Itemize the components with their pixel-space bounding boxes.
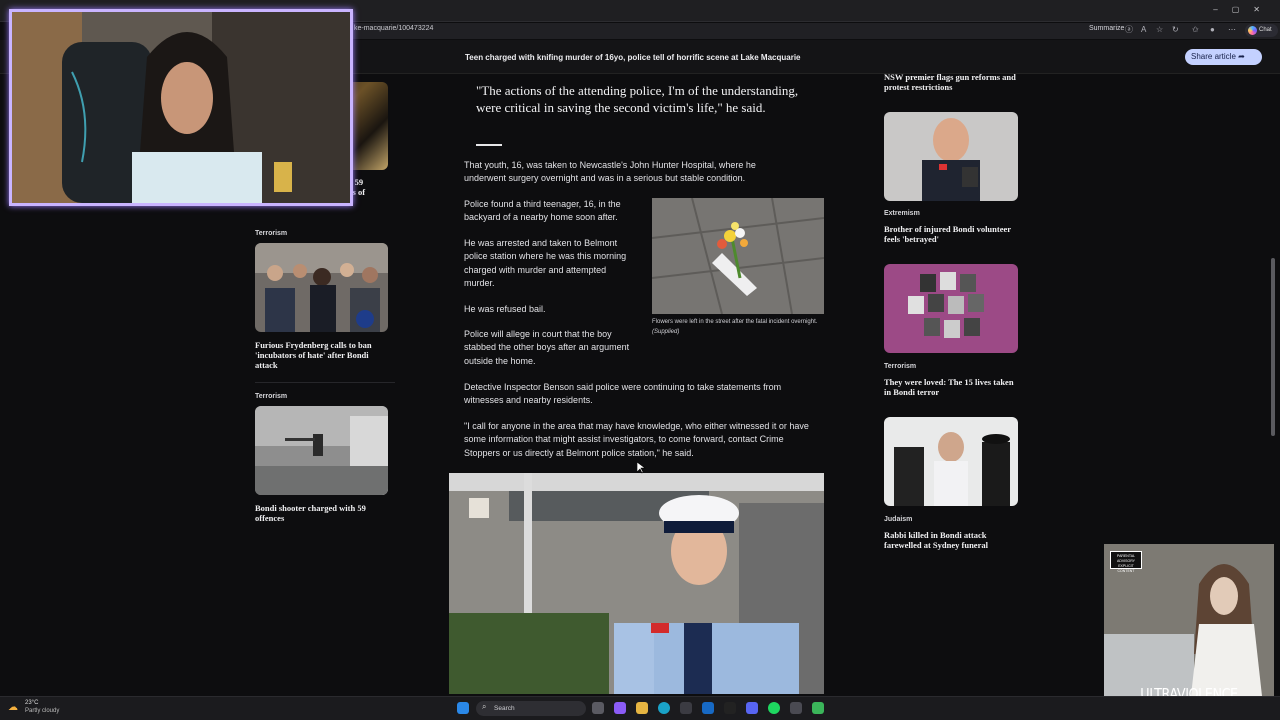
edge-browser-icon[interactable]: [658, 702, 670, 714]
search-placeholder: Search: [494, 705, 515, 712]
related-thumbnail[interactable]: [884, 264, 1018, 353]
outlook-icon[interactable]: [702, 702, 714, 714]
related-article-title[interactable]: NSW premier flags gun reforms and protes…: [884, 72, 1019, 92]
caption-credit: (Supplied): [652, 328, 680, 335]
category-tag[interactable]: Extremism: [884, 210, 920, 217]
article-header-title: Teen charged with knifing murder of 16yo…: [465, 53, 801, 62]
settings-gear-icon[interactable]: [790, 702, 802, 714]
spotify-icon[interactable]: [768, 702, 780, 714]
divider: [255, 382, 395, 383]
webcam-overlay: [9, 9, 353, 206]
favorite-star-icon[interactable]: ☆: [1156, 25, 1163, 35]
search-icon: ⌕: [482, 702, 487, 711]
refresh-icon[interactable]: ↻: [1172, 25, 1179, 35]
pull-quote-rule: [476, 144, 502, 146]
start-button-icon[interactable]: [457, 702, 469, 714]
task-view-icon[interactable]: [592, 702, 604, 714]
related-article-title[interactable]: Rabbi killed in Bondi attack farewelled …: [884, 530, 1019, 550]
related-thumbnail[interactable]: [255, 243, 388, 332]
related-thumbnail[interactable]: [884, 112, 1018, 201]
mouse-cursor-icon: [637, 462, 646, 474]
category-tag[interactable]: Judaism: [884, 516, 912, 523]
page-scrollbar[interactable]: [1271, 258, 1275, 436]
article-paragraph: Detective Inspector Benson said police w…: [464, 382, 782, 406]
share-article-button[interactable]: Share article ➦: [1185, 49, 1262, 65]
window-controls[interactable]: –▢✕: [1213, 5, 1274, 14]
article-paragraph: Police will allege in court that the boy…: [464, 329, 630, 366]
weather-description[interactable]: Partly cloudy: [25, 708, 59, 714]
related-article-title[interactable]: Brother of injured Bondi volunteer feels…: [884, 224, 1019, 244]
related-article-title[interactable]: Bondi shooter charged with 59 offences: [255, 503, 385, 523]
taskbar-search[interactable]: Search: [476, 701, 586, 716]
related-thumbnail[interactable]: [884, 417, 1018, 506]
category-tag[interactable]: Terrorism: [255, 393, 287, 400]
file-explorer-icon[interactable]: [636, 702, 648, 714]
related-thumbnail[interactable]: [255, 406, 388, 495]
app-icon[interactable]: [812, 702, 824, 714]
caption-text: Flowers were left in the street after th…: [652, 319, 818, 325]
read-aloud-icon[interactable]: A: [1141, 25, 1146, 35]
weather-icon[interactable]: ☁: [8, 702, 18, 713]
article-paragraph: He was arrested and taken to Belmont pol…: [464, 238, 627, 288]
summarize-button[interactable]: Summarize: [1089, 25, 1124, 32]
parental-advisory-label: PARENTAL ADVISORY EXPLICIT CONTENT: [1110, 551, 1142, 573]
related-article-title[interactable]: Furious Frydenberg calls to ban 'incubat…: [255, 340, 385, 370]
copilot-chat-button[interactable]: Chat: [1245, 24, 1278, 37]
copilot-icon[interactable]: [614, 702, 626, 714]
windows-taskbar: ☁ 23°C Partly cloudy Search ⌕: [0, 696, 1280, 720]
discord-icon[interactable]: [746, 702, 758, 714]
category-tag[interactable]: Terrorism: [255, 230, 287, 237]
album-art: PARENTAL ADVISORY EXPLICIT CONTENT ULTRA…: [1104, 544, 1274, 714]
more-menu-icon[interactable]: ⋯: [1228, 25, 1236, 35]
favorites-icon[interactable]: ✩: [1192, 25, 1199, 35]
chat-label: Chat: [1259, 27, 1272, 33]
address-bar[interactable]: [340, 23, 1280, 39]
pull-quote: "The actions of the attending police, I'…: [476, 83, 799, 115]
article-paragraph: That youth, 16, was taken to Newcastle's…: [464, 160, 756, 184]
summarize-icon[interactable]: ⓐ: [1125, 25, 1133, 35]
flowers-photo[interactable]: [652, 198, 824, 314]
weather-temperature[interactable]: 23°C: [25, 700, 38, 706]
url-text[interactable]: ke-macquarie/100473224: [354, 25, 433, 32]
article-paragraph: "I call for anyone in the area that may …: [464, 421, 809, 458]
obs-icon[interactable]: [724, 702, 736, 714]
article-paragraph: He was refused bail.: [464, 304, 546, 314]
store-icon[interactable]: [680, 702, 692, 714]
category-tag[interactable]: Terrorism: [884, 363, 916, 370]
article-paragraph: Police found a third teenager, 16, in th…: [464, 199, 621, 223]
profile-avatar-icon[interactable]: ●: [1210, 25, 1215, 35]
related-article-title[interactable]: They were loved: The 15 lives taken in B…: [884, 377, 1019, 397]
police-officer-photo[interactable]: [449, 473, 824, 694]
image-caption: Flowers were left in the street after th…: [652, 318, 827, 337]
